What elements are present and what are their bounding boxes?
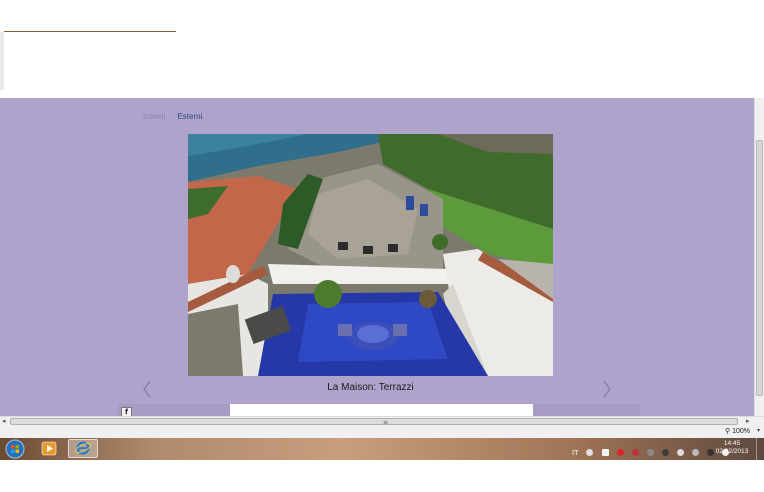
windows-taskbar: IT 14:45 02/02/2013 — [0, 438, 764, 460]
media-player-icon[interactable] — [34, 439, 64, 458]
chevron-left-icon[interactable] — [140, 378, 154, 400]
flag-icon[interactable] — [601, 449, 609, 456]
network-status-icon[interactable] — [586, 449, 594, 456]
browser-statusbar: ⚲ 100% ▾ — [0, 426, 764, 438]
scroll-grip-icon: ≡ — [383, 419, 389, 426]
magnifier-icon: ⚲ — [725, 428, 731, 435]
language-indicator[interactable]: IT — [572, 449, 578, 457]
vertical-scroll-thumb[interactable] — [756, 140, 763, 396]
display-icon[interactable] — [692, 449, 700, 456]
header-edge — [0, 32, 4, 90]
horizontal-scrollbar[interactable]: ◂ ≡ ▸ — [0, 416, 764, 426]
header-divider — [4, 31, 176, 32]
gallery-photo — [188, 134, 553, 376]
scroll-left-arrow-icon[interactable]: ◂ — [2, 417, 6, 426]
scroll-right-arrow-icon[interactable]: ▸ — [746, 417, 750, 426]
page-content: Interni Esterni La Maison: Terrazzi f — [0, 98, 754, 418]
system-tray: IT — [572, 442, 732, 457]
tab-interni[interactable]: Interni — [143, 112, 165, 121]
horizontal-scroll-thumb[interactable]: ≡ — [10, 418, 738, 426]
clock-date: 02/02/2013 — [715, 448, 749, 455]
terrace-image — [188, 134, 553, 376]
tab-esterni[interactable]: Esterni — [177, 112, 202, 121]
volume-icon[interactable] — [677, 449, 684, 456]
internet-explorer-button[interactable] — [68, 439, 98, 458]
windows-start-icon[interactable] — [4, 439, 26, 459]
zoom-level[interactable]: ⚲ 100% — [725, 427, 750, 435]
app-tray-icon[interactable] — [646, 449, 654, 456]
gallery-tabs: Interni Esterni — [143, 112, 212, 121]
internet-explorer-icon — [75, 441, 91, 455]
zoom-value: 100% — [732, 428, 750, 435]
vertical-scrollbar[interactable] — [754, 98, 764, 416]
show-desktop-button[interactable] — [756, 438, 764, 460]
taskbar-clock[interactable]: 14:45 02/02/2013 — [712, 440, 752, 456]
antivirus-icon[interactable] — [616, 449, 624, 456]
clock-time: 14:45 — [723, 440, 741, 447]
blank-area — [0, 460, 764, 492]
wifi-icon[interactable] — [661, 449, 669, 456]
header-area — [0, 0, 764, 98]
photo-caption: La Maison: Terrazzi — [327, 382, 414, 393]
adobe-icon[interactable] — [631, 449, 639, 456]
chevron-right-icon[interactable] — [600, 378, 614, 400]
zoom-dropdown-icon[interactable]: ▾ — [757, 427, 760, 434]
